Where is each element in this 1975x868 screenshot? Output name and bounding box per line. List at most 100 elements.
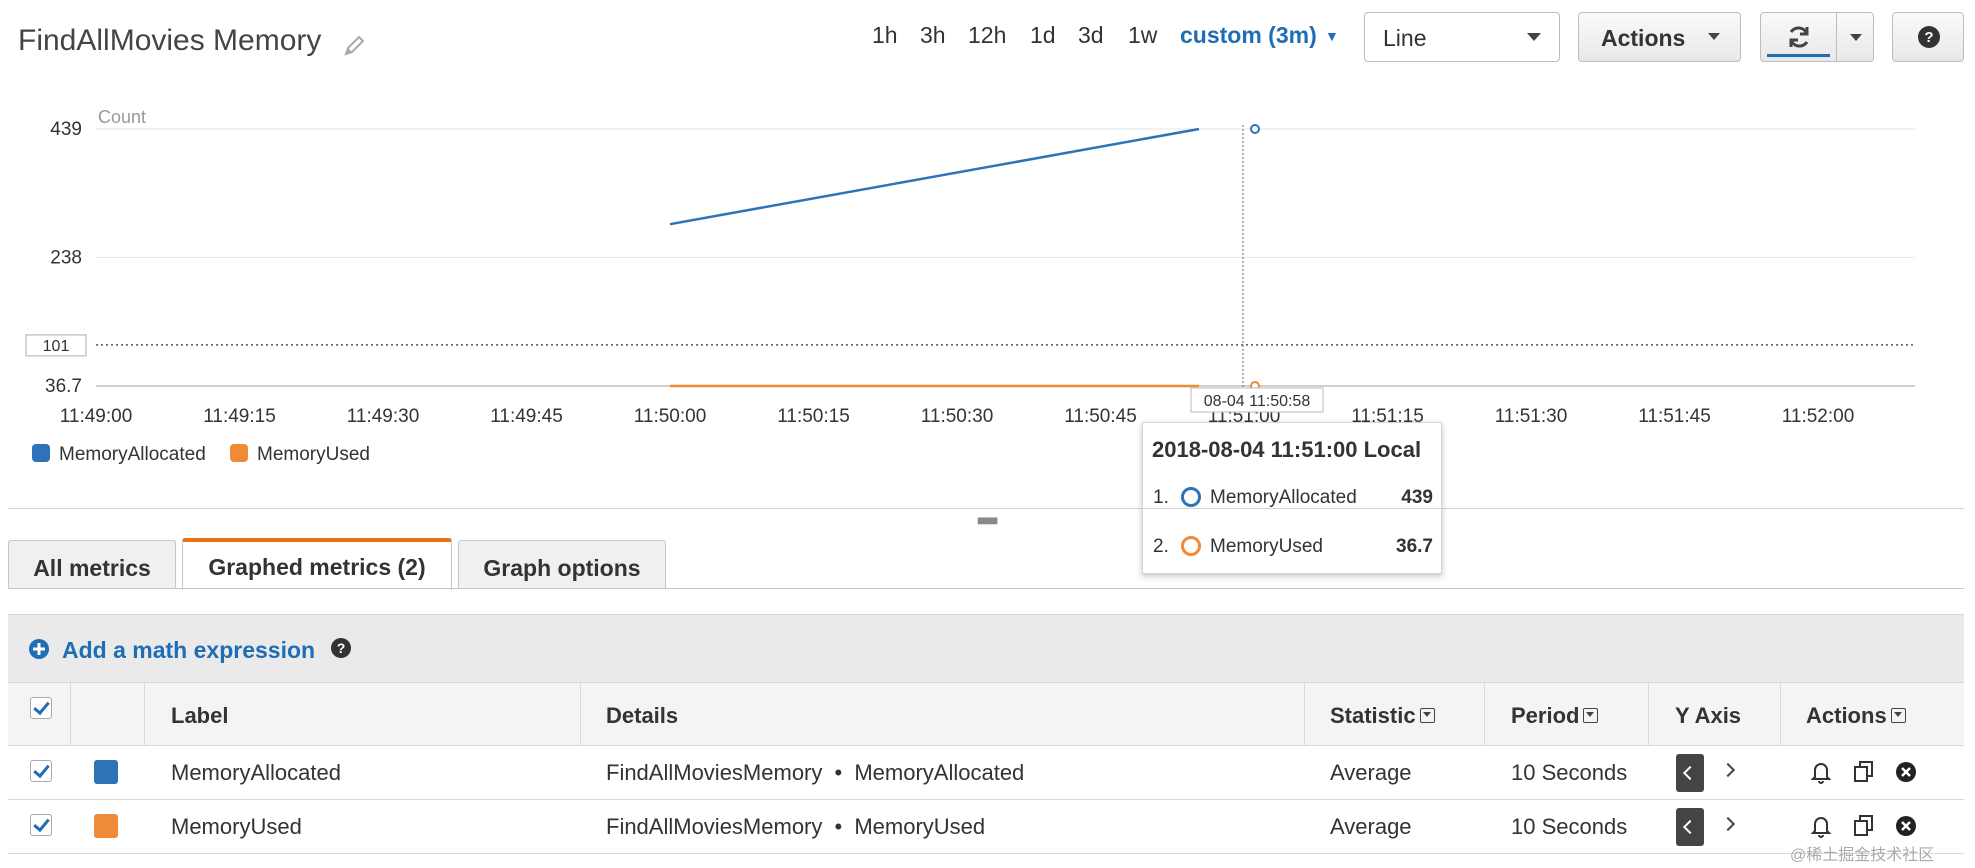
table-row: MemoryUsed FindAllMoviesMemory • MemoryU… — [8, 800, 1964, 854]
row-details: FindAllMoviesMemory • MemoryAllocated — [606, 760, 1024, 786]
x-tick-label: 11:50:00 — [634, 406, 707, 427]
range-custom[interactable]: custom (3m) — [1180, 22, 1317, 49]
row-statistic[interactable]: Average — [1330, 814, 1412, 840]
chart-tooltip: 2018-08-04 11:51:00 Local 1. MemoryAlloc… — [1142, 422, 1442, 574]
x-tick-label: 11:50:15 — [777, 406, 850, 427]
range-1h[interactable]: 1h — [872, 22, 898, 49]
series-color-swatch[interactable] — [94, 814, 118, 838]
legend-swatch — [32, 444, 50, 462]
x-tick-label: 11:50:30 — [921, 406, 994, 427]
tabs-baseline — [8, 588, 1964, 589]
column-separator — [144, 683, 145, 747]
row-period[interactable]: 10 Seconds — [1511, 760, 1627, 786]
tooltip-row-value: 36.7 — [1396, 536, 1433, 557]
help-icon: ? — [1918, 26, 1940, 48]
refresh-icon — [1789, 26, 1809, 48]
pencil-icon[interactable] — [340, 32, 368, 60]
tooltip-row-value: 439 — [1401, 487, 1433, 508]
column-separator — [1648, 683, 1649, 747]
refresh-button[interactable] — [1760, 12, 1837, 62]
header-statistic-text: Statistic — [1330, 703, 1416, 728]
row-period[interactable]: 10 Seconds — [1511, 814, 1627, 840]
refresh-active-indicator — [1767, 54, 1830, 57]
threshold-label: 101 — [43, 338, 70, 355]
header-period[interactable]: Period — [1511, 703, 1599, 729]
series-marker-icon — [1181, 487, 1201, 507]
tab-graphed-metrics[interactable]: Graphed metrics (2) — [182, 538, 452, 590]
add-math-expression-link[interactable]: Add a math expression — [62, 637, 315, 664]
row-statistic[interactable]: Average — [1330, 760, 1412, 786]
y-tick-label: 36.7 — [45, 376, 82, 397]
y-tick-label: 238 — [50, 247, 82, 268]
range-3d[interactable]: 3d — [1078, 22, 1104, 49]
caret-down-icon — [1527, 33, 1541, 41]
bell-icon[interactable] — [1808, 812, 1834, 840]
bell-icon[interactable] — [1808, 758, 1834, 786]
page-title: FindAllMovies Memory — [18, 24, 322, 57]
series-marker-icon — [1181, 536, 1201, 556]
tooltip-row-name: MemoryUsed — [1210, 536, 1323, 557]
row-label[interactable]: MemoryUsed — [171, 814, 302, 840]
actions-button[interactable]: Actions — [1578, 12, 1741, 62]
remove-icon[interactable] — [1893, 758, 1919, 786]
tooltip-row: 2. MemoryUsed 36.7 — [1153, 532, 1433, 562]
remove-icon[interactable] — [1893, 812, 1919, 840]
column-separator — [1780, 683, 1781, 747]
refresh-interval-dropdown[interactable] — [1836, 12, 1874, 62]
dropdown-icon[interactable] — [1890, 707, 1906, 723]
x-tick-label: 11:51:45 — [1638, 406, 1711, 427]
range-1d[interactable]: 1d — [1030, 22, 1056, 49]
dropdown-icon[interactable] — [1583, 707, 1599, 723]
y-axis-right-button[interactable] — [1720, 762, 1736, 778]
hover-point — [1250, 124, 1260, 134]
chart-type-value: Line — [1383, 25, 1427, 51]
chevron-down-icon: ▼ — [1325, 28, 1339, 44]
range-12h[interactable]: 12h — [968, 22, 1006, 49]
column-separator — [1484, 683, 1485, 747]
header-label[interactable]: Label — [171, 703, 228, 729]
table-header: Label Details Statistic Period Y Axis Ac… — [8, 682, 1964, 747]
svg-text:?: ? — [337, 640, 346, 656]
header-period-text: Period — [1511, 703, 1580, 728]
y-tick-label: 439 — [50, 119, 82, 140]
legend-label: MemoryUsed — [257, 444, 370, 465]
range-3h[interactable]: 3h — [920, 22, 946, 49]
dropdown-icon[interactable] — [1419, 707, 1435, 723]
row-metric: MemoryUsed — [854, 814, 986, 839]
row-checkbox[interactable] — [30, 814, 52, 836]
series-color-swatch[interactable] — [94, 760, 118, 784]
copy-icon[interactable] — [1851, 758, 1877, 786]
plus-circle-icon[interactable] — [28, 638, 50, 660]
row-label[interactable]: MemoryAllocated — [171, 760, 341, 786]
help-button[interactable]: ? — [1892, 12, 1964, 62]
help-icon[interactable]: ? — [330, 637, 352, 659]
legend-swatch — [230, 444, 248, 462]
column-separator — [1304, 683, 1305, 747]
chart-grid — [96, 128, 1915, 387]
header-actions[interactable]: Actions — [1806, 703, 1906, 729]
tab-all-metrics[interactable]: All metrics — [8, 540, 176, 588]
tooltip-row-index: 1. — [1153, 487, 1169, 508]
select-all-checkbox[interactable] — [30, 697, 52, 719]
details-separator: • — [834, 760, 843, 785]
tooltip-row-index: 2. — [1153, 536, 1169, 557]
range-1w[interactable]: 1w — [1128, 22, 1157, 49]
x-tick-label: 11:49:00 — [60, 406, 133, 427]
y-axis-left-button[interactable] — [1676, 808, 1704, 846]
svg-text:?: ? — [1924, 29, 1933, 46]
copy-icon[interactable] — [1851, 812, 1877, 840]
header-statistic[interactable]: Statistic — [1330, 703, 1435, 729]
tooltip-row-name: MemoryAllocated — [1210, 487, 1357, 508]
row-checkbox[interactable] — [30, 760, 52, 782]
y-axis-left-button[interactable] — [1676, 754, 1704, 792]
row-namespace: FindAllMoviesMemory — [606, 814, 823, 839]
chart-type-select[interactable]: Line — [1364, 12, 1560, 62]
series-line — [669, 127, 1200, 226]
metric-chart: Count 439 238 36.7 11:49:00 11:49:15 11:49:3… — [25, 107, 1915, 465]
header-details[interactable]: Details — [606, 703, 678, 729]
x-tick-label: 11:52:00 — [1782, 406, 1855, 427]
y-axis-right-button[interactable] — [1720, 816, 1736, 832]
header-actions-text: Actions — [1806, 703, 1887, 728]
tab-graph-options[interactable]: Graph options — [458, 540, 666, 588]
resize-handle-icon[interactable]: ■■■ — [977, 512, 998, 528]
